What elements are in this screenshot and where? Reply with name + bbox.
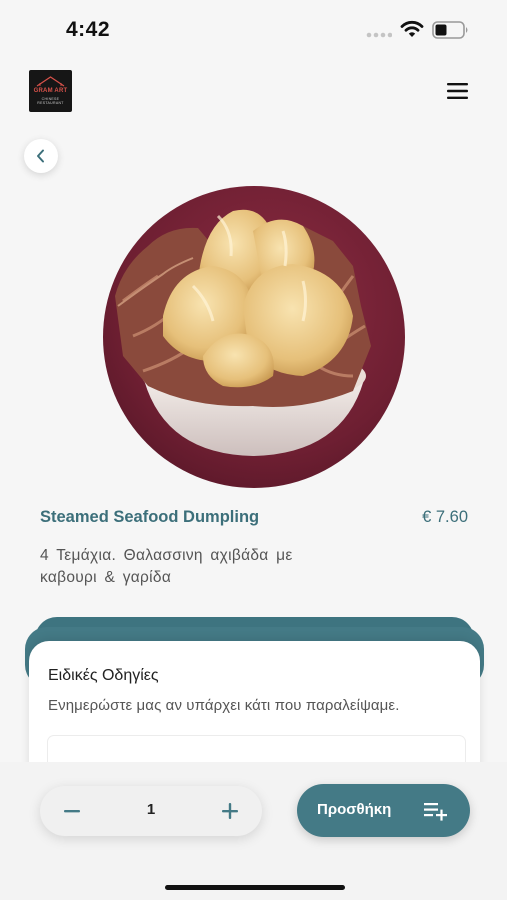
playlist-add-icon [424,803,447,821]
app-header: GRAM ART CHINESE RESTAURANT [0,60,507,120]
bottom-action-bar: 1 Προσθήκη [0,762,507,900]
plus-icon[interactable] [215,799,245,823]
status-time: 4:42 [66,18,111,41]
product-price: € 7.60 [422,508,468,526]
product-title: Steamed Seafood Dumpling [40,508,260,526]
cellular-signal-icon [366,32,392,38]
add-to-cart-button[interactable]: Προσθήκη [297,784,470,837]
home-indicator [165,885,345,890]
back-button[interactable] [24,139,58,173]
battery-icon [432,21,468,39]
product-description: 4 Τεμάχια. Θαλασσινη αχιβάδα με καβουρι … [40,547,293,586]
add-to-cart-label: Προσθήκη [317,801,392,818]
special-instructions-title: Ειδικές Οδηγίες [48,667,159,684]
hamburger-menu-icon[interactable] [445,80,471,102]
special-instructions-hint: Ενημερώστε μας αν υπάρχει κάτι που παραλ… [48,697,400,714]
chevron-left-icon [37,149,44,163]
status-bar: 4:42 [0,0,507,60]
logo-name: GRAM ART [33,88,68,94]
logo-subtitle: CHINESE RESTAURANT [37,97,64,105]
dish-photo [103,186,405,488]
wifi-icon [400,20,424,37]
quantity-value: 1 [146,801,156,818]
quantity-stepper: 1 [40,786,262,836]
restaurant-logo[interactable]: GRAM ART CHINESE RESTAURANT [29,70,72,112]
minus-icon[interactable] [57,799,87,823]
